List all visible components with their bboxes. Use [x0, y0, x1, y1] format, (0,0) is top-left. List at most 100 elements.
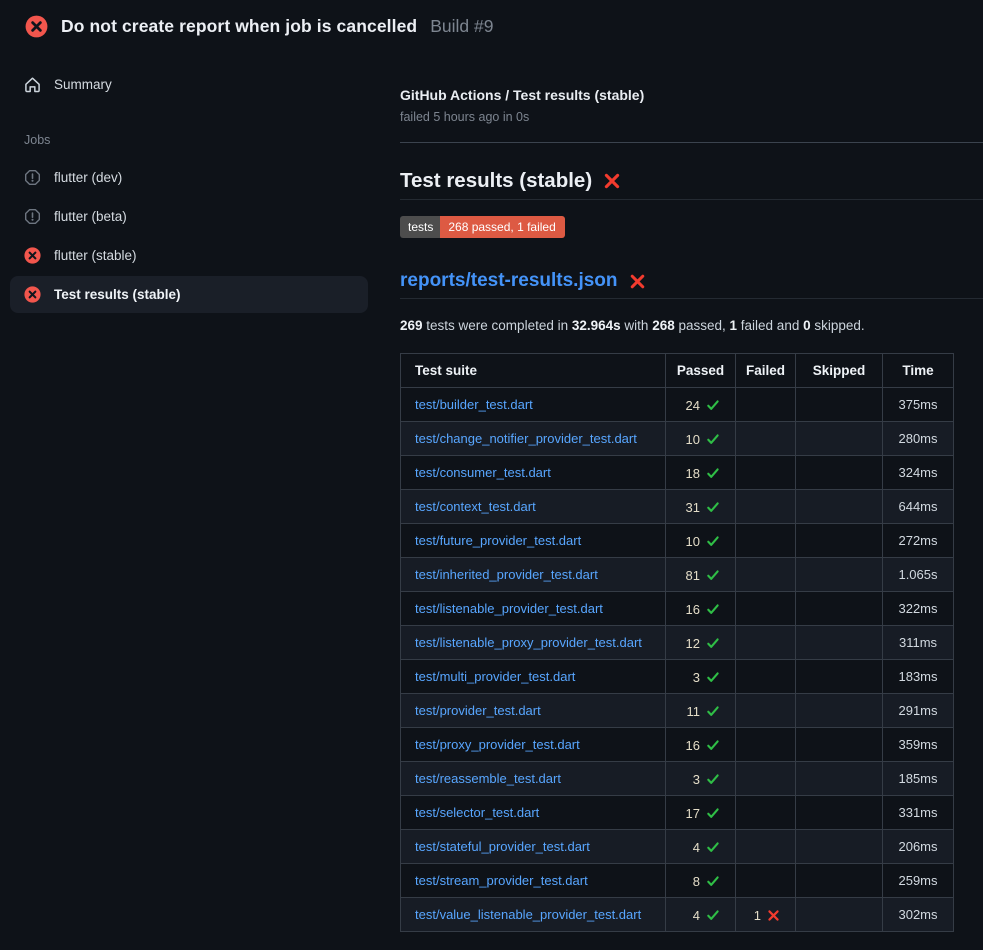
table-row: test/value_listenable_provider_test.dart…: [401, 898, 954, 932]
time-cell: 272ms: [883, 524, 954, 558]
check-icon: [706, 840, 720, 854]
table-row: test/change_notifier_provider_test.dart …: [401, 422, 954, 456]
failed-cell: [736, 558, 796, 592]
skipped-cell: [796, 728, 883, 762]
table-row: test/reassemble_test.dart 3: [401, 762, 954, 796]
passed-cell: 4: [666, 830, 736, 864]
failed-cell: [736, 762, 796, 796]
passed-cell: 8: [666, 864, 736, 898]
passed-cell: 4: [666, 898, 736, 932]
report-file-link[interactable]: reports/test-results.json: [400, 270, 618, 292]
stop-icon: [24, 169, 41, 186]
check-icon: [706, 908, 720, 922]
tests-summary-line: 269 tests were completed in 32.964s with…: [400, 318, 983, 333]
passed-cell: 11: [666, 694, 736, 728]
passed-cell: 12: [666, 626, 736, 660]
test-suite-cell: test/inherited_provider_test.dart: [401, 558, 666, 592]
report-title: reports/test-results.json: [400, 270, 983, 299]
time-cell: 375ms: [883, 388, 954, 422]
passed-cell: 16: [666, 592, 736, 626]
column-header-failed: Failed: [736, 354, 796, 388]
time-cell: 322ms: [883, 592, 954, 626]
x-circle-icon: [24, 247, 41, 264]
test-suite-link[interactable]: test/listenable_proxy_provider_test.dart: [415, 635, 642, 650]
test-suite-link[interactable]: test/multi_provider_test.dart: [415, 669, 575, 684]
test-results-table: Test suite Passed Failed Skipped Time te…: [400, 353, 954, 932]
test-suite-link[interactable]: test/future_provider_test.dart: [415, 533, 581, 548]
sidebar-item-job[interactable]: Test results (stable): [10, 276, 368, 313]
column-header-passed: Passed: [666, 354, 736, 388]
test-suite-link[interactable]: test/change_notifier_provider_test.dart: [415, 431, 637, 446]
failed-cell: 1: [736, 898, 796, 932]
main-content: GitHub Actions / Test results (stable) f…: [380, 50, 983, 932]
failed-cell: [736, 864, 796, 898]
divider: [400, 142, 983, 143]
passed-cell: 81: [666, 558, 736, 592]
check-icon: [706, 602, 720, 616]
check-icon: [706, 670, 720, 684]
test-suite-cell: test/consumer_test.dart: [401, 456, 666, 490]
sidebar-item-summary[interactable]: Summary: [10, 66, 368, 103]
skipped-cell: [796, 490, 883, 524]
failed-cell: [736, 592, 796, 626]
skipped-cell: [796, 626, 883, 660]
check-icon: [706, 568, 720, 582]
section-title: Test results (stable): [400, 169, 983, 200]
passed-cell: 10: [666, 422, 736, 456]
test-suite-link[interactable]: test/builder_test.dart: [415, 397, 533, 412]
skipped-cell: [796, 456, 883, 490]
test-suite-link[interactable]: test/reassemble_test.dart: [415, 771, 561, 786]
time-cell: 280ms: [883, 422, 954, 456]
time-cell: 644ms: [883, 490, 954, 524]
check-icon: [706, 500, 720, 514]
passed-cell: 3: [666, 660, 736, 694]
test-suite-link[interactable]: test/inherited_provider_test.dart: [415, 567, 598, 582]
time-cell: 183ms: [883, 660, 954, 694]
failed-cell: [736, 524, 796, 558]
failed-cell: [736, 490, 796, 524]
passed-cell: 16: [666, 728, 736, 762]
column-header-skipped: Skipped: [796, 354, 883, 388]
test-suite-cell: test/stream_provider_test.dart: [401, 864, 666, 898]
test-suite-cell: test/future_provider_test.dart: [401, 524, 666, 558]
time-cell: 311ms: [883, 626, 954, 660]
x-mark-icon: [767, 909, 780, 922]
test-suite-link[interactable]: test/value_listenable_provider_test.dart: [415, 907, 641, 922]
table-row: test/listenable_proxy_provider_test.dart…: [401, 626, 954, 660]
test-suite-link[interactable]: test/stateful_provider_test.dart: [415, 839, 590, 854]
table-header-row: Test suite Passed Failed Skipped Time: [401, 354, 954, 388]
sidebar-item-label: flutter (stable): [54, 248, 137, 263]
sidebar-item-job[interactable]: flutter (dev): [10, 159, 368, 196]
table-row: test/stateful_provider_test.dart 4: [401, 830, 954, 864]
test-suite-link[interactable]: test/selector_test.dart: [415, 805, 539, 820]
x-circle-icon: [24, 286, 41, 303]
test-suite-cell: test/proxy_provider_test.dart: [401, 728, 666, 762]
skipped-cell: [796, 796, 883, 830]
time-cell: 331ms: [883, 796, 954, 830]
skipped-cell: [796, 898, 883, 932]
test-suite-link[interactable]: test/listenable_provider_test.dart: [415, 601, 603, 616]
test-suite-link[interactable]: test/context_test.dart: [415, 499, 536, 514]
failed-cell: [736, 830, 796, 864]
test-suite-link[interactable]: test/provider_test.dart: [415, 703, 541, 718]
sidebar-item-job[interactable]: flutter (stable): [10, 237, 368, 274]
test-suite-cell: test/change_notifier_provider_test.dart: [401, 422, 666, 456]
test-suite-link[interactable]: test/consumer_test.dart: [415, 465, 551, 480]
passed-cell: 3: [666, 762, 736, 796]
stop-icon: [24, 208, 41, 225]
table-row: test/builder_test.dart 24: [401, 388, 954, 422]
test-suite-link[interactable]: test/proxy_provider_test.dart: [415, 737, 580, 752]
sidebar-item-label: Test results (stable): [54, 287, 181, 302]
table-row: test/future_provider_test.dart 10: [401, 524, 954, 558]
skipped-cell: [796, 660, 883, 694]
cross-mark-icon: [603, 172, 621, 190]
skipped-cell: [796, 524, 883, 558]
passed-cell: 18: [666, 456, 736, 490]
check-icon: [706, 806, 720, 820]
check-icon: [706, 704, 720, 718]
skipped-cell: [796, 762, 883, 796]
test-suite-cell: test/multi_provider_test.dart: [401, 660, 666, 694]
sidebar-item-job[interactable]: flutter (beta): [10, 198, 368, 235]
test-suite-link[interactable]: test/stream_provider_test.dart: [415, 873, 588, 888]
build-number: Build #9: [430, 16, 493, 37]
